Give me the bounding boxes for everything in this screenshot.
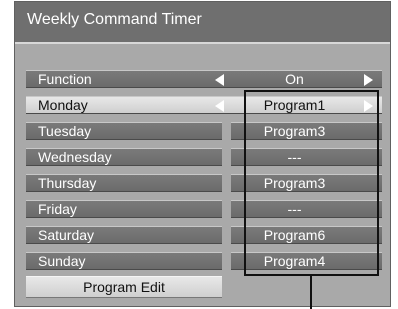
row-label-tuesday[interactable]: Tuesday: [26, 122, 222, 140]
page-title: Weekly Command Timer: [27, 11, 202, 28]
left-arrow-icon: [215, 100, 224, 112]
row-label-monday[interactable]: Monday: [26, 96, 222, 114]
function-next-arrow[interactable]: [358, 70, 382, 88]
right-arrow-icon: [364, 74, 373, 86]
row-label-function[interactable]: Function: [26, 70, 222, 88]
left-arrow-icon: [215, 74, 224, 86]
function-prev-arrow[interactable]: [211, 70, 231, 88]
row-label-saturday[interactable]: Saturday: [26, 226, 222, 244]
row-label-sunday[interactable]: Sunday: [26, 252, 222, 270]
program-edit-button[interactable]: Program Edit: [26, 276, 222, 298]
monday-prev-arrow[interactable]: [211, 96, 231, 114]
title-bar: Weekly Command Timer: [15, 2, 390, 44]
program-column-highlight: [244, 90, 379, 276]
row-label-friday[interactable]: Friday: [26, 200, 222, 218]
function-value[interactable]: On: [231, 70, 358, 88]
row-label-wednesday[interactable]: Wednesday: [26, 148, 222, 166]
weekly-command-timer-panel: Weekly Command Timer Function On Monday …: [14, 1, 391, 309]
row-label-thursday[interactable]: Thursday: [26, 174, 222, 192]
callout-leader-line: [310, 276, 312, 309]
